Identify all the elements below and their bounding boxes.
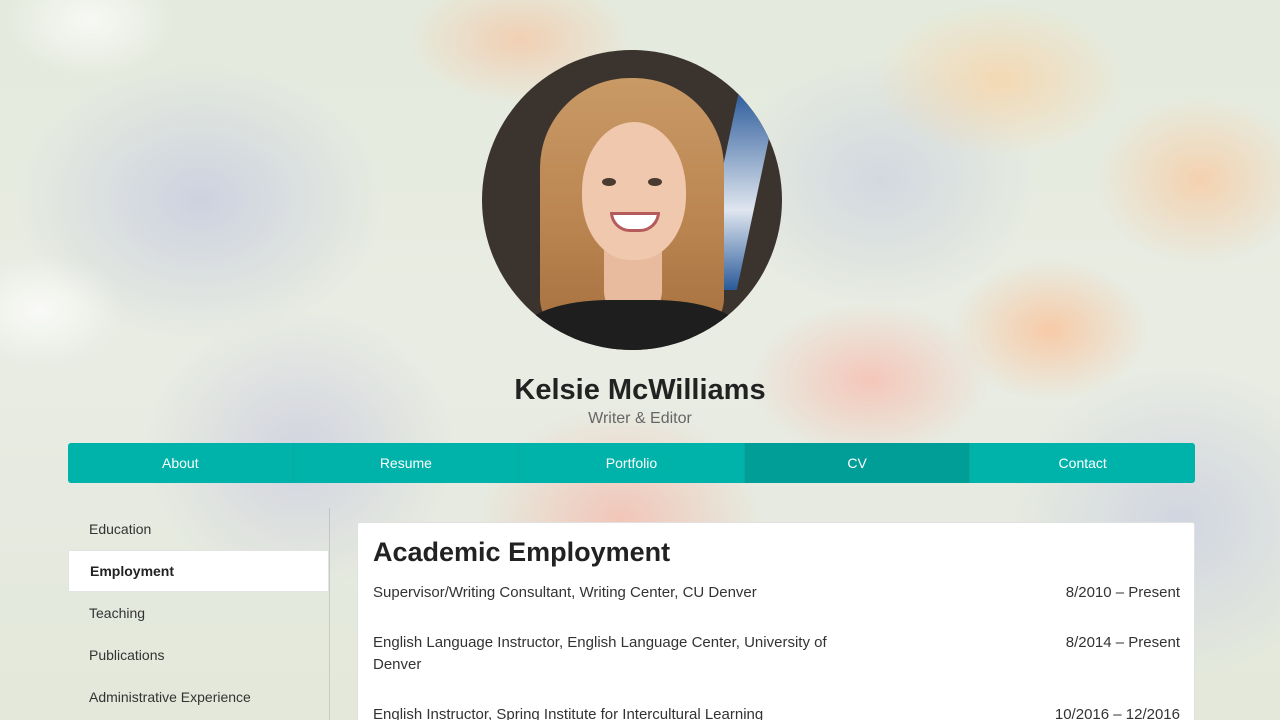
nav-item-cv[interactable]: CV: [744, 443, 971, 483]
sidebar-item-administrative-experience[interactable]: Administrative Experience: [68, 676, 329, 718]
cv-sidebar: Education Employment Teaching Publicatio…: [68, 508, 330, 720]
employment-entry: English Language Instructor, English Lan…: [373, 632, 1180, 676]
sidebar-item-education[interactable]: Education: [68, 508, 329, 550]
avatar-eye-right: [648, 178, 662, 186]
nav-item-portfolio[interactable]: Portfolio: [519, 443, 745, 483]
avatar-face: [582, 122, 686, 260]
nav-item-resume[interactable]: Resume: [294, 443, 520, 483]
nav-item-contact[interactable]: Contact: [970, 443, 1195, 483]
employment-entry: English Instructor, Spring Institute for…: [373, 704, 1180, 720]
sidebar-item-teaching[interactable]: Teaching: [68, 592, 329, 634]
entry-date: 10/2016 – 12/2016: [1054, 706, 1180, 720]
avatar-shirt: [522, 300, 742, 350]
nav-item-about[interactable]: About: [68, 443, 294, 483]
employment-card: Academic Employment Supervisor/Writing C…: [357, 522, 1195, 720]
entry-title: English Instructor, Spring Institute for…: [373, 706, 764, 720]
employment-entry: Supervisor/Writing Consultant, Writing C…: [373, 582, 1180, 604]
entry-date: 8/2010 – Present: [1065, 584, 1180, 601]
entry-date: 8/2014 – Present: [1065, 634, 1180, 651]
avatar: [482, 50, 782, 350]
sidebar-item-employment[interactable]: Employment: [68, 550, 329, 592]
section-heading: Academic Employment: [373, 537, 671, 567]
entry-title: English Language Instructor, English Lan…: [373, 634, 827, 673]
profile-name: Kelsie McWilliams: [514, 374, 766, 406]
main-nav: About Resume Portfolio CV Contact: [68, 443, 1195, 483]
entry-title: Supervisor/Writing Consultant, Writing C…: [373, 584, 757, 601]
avatar-eye-left: [602, 178, 616, 186]
sidebar-item-publications[interactable]: Publications: [68, 634, 329, 676]
profile-subtitle: Writer & Editor: [588, 410, 692, 427]
